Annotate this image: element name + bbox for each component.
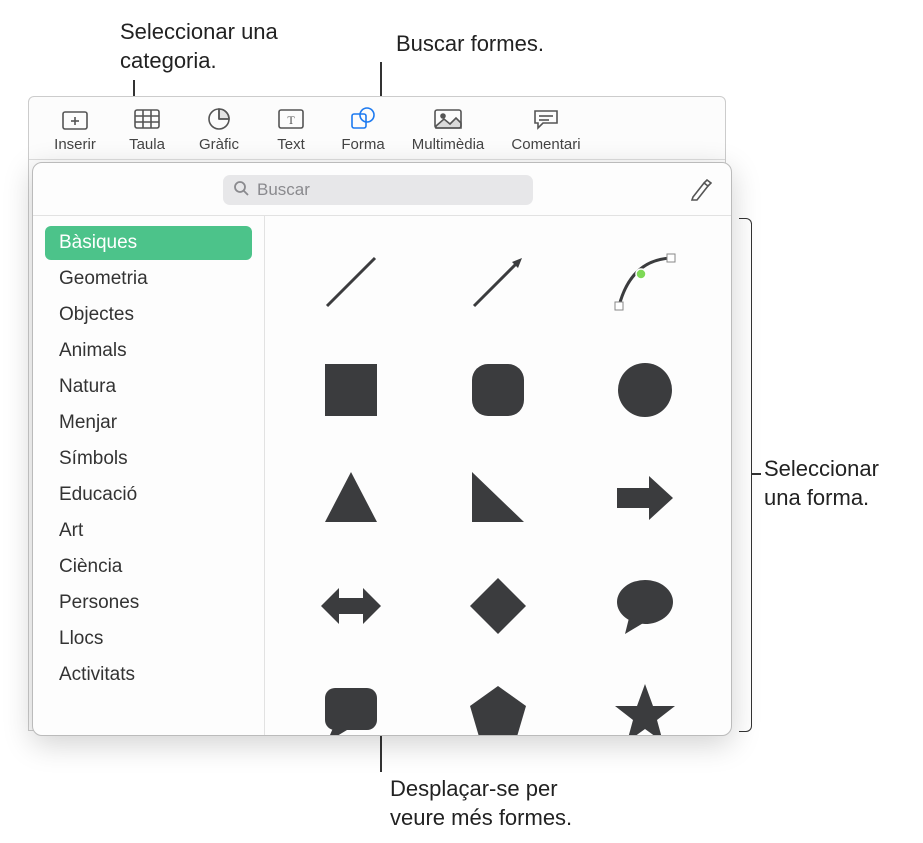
draw-shape-button[interactable]: [687, 176, 715, 204]
table-icon: [134, 105, 160, 133]
shape-callout-box[interactable]: [281, 664, 420, 735]
shape-curve[interactable]: [576, 232, 715, 332]
shape-triangle[interactable]: [281, 448, 420, 548]
callout-bracket: [739, 218, 751, 730]
sidebar-item-art[interactable]: Art: [45, 514, 252, 548]
media-icon: [434, 105, 462, 133]
search-icon: [233, 180, 249, 201]
tool-comentari[interactable]: Comentari: [497, 105, 595, 153]
sidebar-item-bàsiques[interactable]: Bàsiques: [45, 226, 252, 260]
shape-rounded-square[interactable]: [428, 340, 567, 440]
shape-line[interactable]: [281, 232, 420, 332]
tool-label: Taula: [129, 136, 165, 153]
callout-category: Seleccionar una categoria.: [120, 18, 278, 75]
sidebar-item-llocs[interactable]: Llocs: [45, 622, 252, 656]
sidebar-item-natura[interactable]: Natura: [45, 370, 252, 404]
tool-multimedia[interactable]: Multimèdia: [399, 105, 497, 153]
shape-arrow-line[interactable]: [428, 232, 567, 332]
sidebar-item-geometria[interactable]: Geometria: [45, 262, 252, 296]
callout-scroll: Desplaçar-se per veure més formes.: [390, 775, 572, 832]
tool-label: Gràfic: [199, 136, 239, 153]
tool-forma[interactable]: Forma: [327, 105, 399, 153]
sidebar-item-menjar[interactable]: Menjar: [45, 406, 252, 440]
shape-grid: [265, 216, 731, 735]
shapes-popover: BàsiquesGeometriaObjectesAnimalsNaturaMe…: [32, 162, 732, 736]
tool-label: Forma: [341, 136, 384, 153]
comment-icon: [533, 105, 559, 133]
toolbar-row: Inserir Taula Gràfic T Text Forma: [29, 97, 725, 160]
category-sidebar: BàsiquesGeometriaObjectesAnimalsNaturaMe…: [33, 216, 265, 735]
shape-speech-bubble[interactable]: [576, 556, 715, 656]
chart-icon: [207, 105, 231, 133]
tool-inserir[interactable]: Inserir: [39, 105, 111, 153]
insert-icon: [62, 105, 88, 133]
shape-icon: [350, 105, 376, 133]
tool-text[interactable]: T Text: [255, 105, 327, 153]
tool-label: Inserir: [54, 136, 96, 153]
tool-label: Text: [277, 136, 305, 153]
shape-star[interactable]: [576, 664, 715, 735]
sidebar-item-educació[interactable]: Educació: [45, 478, 252, 512]
tool-taula[interactable]: Taula: [111, 105, 183, 153]
text-icon: T: [278, 105, 304, 133]
shape-pentagon[interactable]: [428, 664, 567, 735]
sidebar-item-activitats[interactable]: Activitats: [45, 658, 252, 692]
tool-label: Multimèdia: [412, 136, 485, 153]
sidebar-item-objectes[interactable]: Objectes: [45, 298, 252, 332]
callout-search: Buscar formes.: [396, 30, 544, 59]
tool-label: Comentari: [511, 136, 580, 153]
shape-arrow-bidir[interactable]: [281, 556, 420, 656]
tool-grafic[interactable]: Gràfic: [183, 105, 255, 153]
search-input[interactable]: [257, 180, 523, 200]
sidebar-item-persones[interactable]: Persones: [45, 586, 252, 620]
shape-circle[interactable]: [576, 340, 715, 440]
sidebar-item-animals[interactable]: Animals: [45, 334, 252, 368]
sidebar-item-símbols[interactable]: Símbols: [45, 442, 252, 476]
search-field[interactable]: [223, 175, 533, 205]
shape-arrow-right[interactable]: [576, 448, 715, 548]
popover-header: [33, 163, 731, 215]
shape-right-triangle[interactable]: [428, 448, 567, 548]
callout-select-shape: Seleccionar una forma.: [764, 455, 879, 512]
shape-diamond[interactable]: [428, 556, 567, 656]
shape-square[interactable]: [281, 340, 420, 440]
sidebar-item-ciència[interactable]: Ciència: [45, 550, 252, 584]
svg-text:T: T: [287, 113, 295, 127]
